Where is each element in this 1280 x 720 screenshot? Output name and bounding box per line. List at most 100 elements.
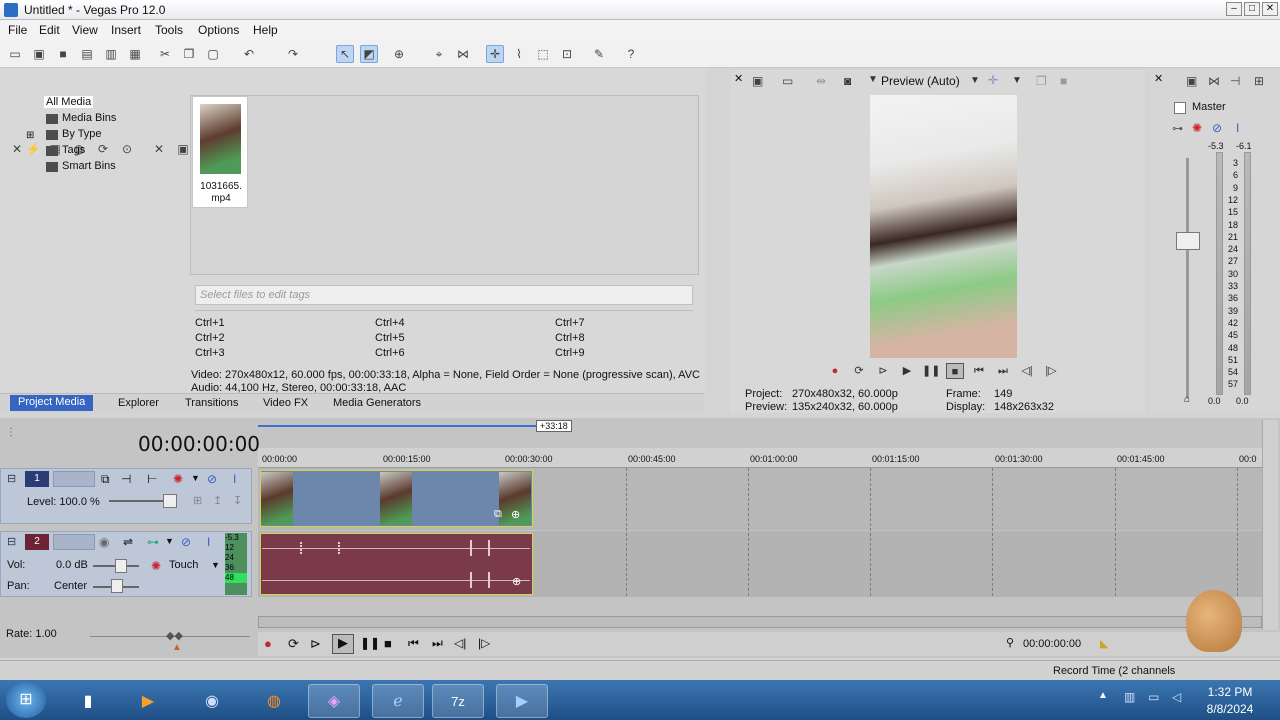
dim-output-icon[interactable]: ⊣ [1230, 74, 1240, 88]
chevron-down-icon[interactable]: ▼ [1012, 75, 1022, 86]
cut-icon[interactable]: ✂ [156, 45, 174, 63]
chevron-down-icon[interactable]: ▼ [211, 560, 220, 570]
stop-icon[interactable]: ■ [384, 636, 392, 651]
tab-transitions[interactable]: Transitions [185, 397, 238, 409]
paste-icon[interactable]: ▢ [204, 45, 222, 63]
menu-file[interactable]: File [8, 23, 27, 37]
expand-track-icon[interactable]: ⊞ [193, 494, 202, 507]
menu-insert[interactable]: Insert [111, 23, 141, 37]
menu-view[interactable]: View [72, 23, 98, 37]
tree-item-tags[interactable]: Tags [62, 144, 85, 156]
transport-time[interactable]: 00:00:00:00 [1023, 638, 1081, 650]
loop-playback-icon[interactable]: ⟳ [288, 636, 299, 652]
play-from-start-icon[interactable]: ⊳ [874, 363, 892, 379]
shortcut-ctrl5[interactable]: Ctrl+5 [375, 332, 405, 344]
previous-frame-icon[interactable]: ◁| [454, 636, 466, 650]
mixer-view-icon[interactable]: ⊞ [1254, 74, 1264, 88]
event-fx-icon[interactable]: ⊕ [512, 575, 521, 588]
drag-handle-icon[interactable]: ⋮ [6, 427, 16, 438]
marker-icon[interactable]: ⚲ [1006, 636, 1014, 649]
redo-icon[interactable]: ↷ [284, 45, 302, 63]
panel-close-icon[interactable]: ✕ [1154, 72, 1163, 85]
taskbar-app-icon[interactable]: ▮ [62, 684, 114, 718]
taskbar-7zip-icon[interactable]: 7z [432, 684, 484, 718]
go-to-end-icon[interactable]: ⏭ [432, 636, 443, 651]
maximize-button[interactable]: □ [1244, 2, 1260, 16]
render-icon[interactable]: ▥ [102, 45, 120, 63]
menu-edit[interactable]: Edit [39, 23, 60, 37]
auto-ripple-icon[interactable]: ↖ [336, 45, 354, 63]
tray-display-icon[interactable]: ▭ [1148, 690, 1159, 704]
shortcut-ctrl8[interactable]: Ctrl+8 [555, 332, 585, 344]
invert-phase-icon[interactable]: ⇌ [123, 535, 133, 549]
start-button-icon[interactable]: ⊞ [6, 682, 46, 718]
master-fx-icon[interactable]: ✺ [1192, 121, 1202, 135]
solo-icon[interactable]: I [207, 535, 210, 549]
insert-fx-icon[interactable]: ⊶ [1172, 122, 1183, 135]
master-fader-handle[interactable] [1176, 232, 1200, 250]
lock-icon[interactable]: ⌂ [1184, 394, 1190, 405]
go-to-start-icon[interactable]: ⏮ [408, 636, 419, 651]
help-pointer-icon[interactable]: ✎ [590, 45, 608, 63]
shortcut-ctrl1[interactable]: Ctrl+1 [195, 317, 225, 329]
chevron-down-icon[interactable]: ▼ [970, 75, 980, 86]
panel-close-icon[interactable]: ✕ [734, 72, 743, 85]
minimize-button[interactable]: – [1226, 2, 1242, 16]
save-icon[interactable]: ■ [54, 45, 72, 63]
solo-icon[interactable]: I [233, 472, 236, 486]
media-thumbnail[interactable]: 1031665. mp4 [192, 96, 248, 208]
mute-icon[interactable]: ⊘ [181, 535, 191, 549]
play-icon[interactable]: ▶ [332, 634, 354, 654]
mixer-properties-icon[interactable]: ▣ [1186, 74, 1197, 88]
pause-icon[interactable]: ❚❚ [922, 363, 940, 379]
solo-icon[interactable]: I [1236, 121, 1239, 135]
pan-slider-handle[interactable] [111, 579, 123, 593]
shortcut-ctrl4[interactable]: Ctrl+4 [375, 317, 405, 329]
open-icon[interactable]: ▣ [30, 45, 48, 63]
menu-help[interactable]: Help [253, 23, 278, 37]
chevron-down-icon[interactable]: ▼ [191, 473, 200, 483]
loop-playback-icon[interactable]: ⟳ [850, 363, 868, 379]
properties-icon[interactable]: ▦ [126, 45, 144, 63]
taskbar-clock-time[interactable]: 1:32 PM [1200, 685, 1260, 699]
copy-icon[interactable]: ❐ [180, 45, 198, 63]
mute-icon[interactable]: ⊘ [1212, 121, 1222, 135]
tab-video-fx[interactable]: Video FX [263, 397, 308, 409]
split-screen-icon[interactable]: ⇹ [816, 74, 826, 88]
stop-icon[interactable]: ■ [946, 363, 964, 379]
tree-item-by-type[interactable]: By Type [62, 128, 102, 140]
tray-volume-icon[interactable]: ◁ [1172, 690, 1181, 704]
save-snapshot-icon[interactable]: ■ [1060, 74, 1067, 88]
track-minimize-icon[interactable]: ⊟ [7, 535, 16, 548]
go-to-end-icon[interactable]: ⏭ [994, 363, 1012, 379]
event-fx-icon[interactable]: ⊕ [511, 508, 520, 521]
lock-envelopes-icon[interactable]: ◩ [360, 45, 378, 63]
rate-slider-handle[interactable]: ◆◆ [166, 629, 183, 642]
mute-icon[interactable]: ⊘ [207, 472, 217, 486]
track-fx-icon[interactable]: ⊶ [147, 535, 159, 549]
chevron-down-icon[interactable]: ▼ [165, 536, 174, 546]
play-from-start-icon[interactable]: ⊳ [310, 636, 321, 652]
level-slider-handle[interactable] [163, 494, 177, 508]
overlays-icon[interactable]: ◙ [844, 74, 851, 88]
tree-item-all-media[interactable]: All Media [44, 96, 94, 108]
pause-icon[interactable]: ❚❚ [360, 636, 380, 650]
tab-media-generators[interactable]: Media Generators [333, 397, 421, 409]
taskbar-clock-date[interactable]: 8/8/2024 [1200, 702, 1260, 716]
shortcut-ctrl2[interactable]: Ctrl+2 [195, 332, 225, 344]
automation-gear-icon[interactable]: ✺ [151, 559, 161, 573]
grid-icon[interactable]: ✛ [988, 73, 998, 87]
track-minimize-icon[interactable]: ⊟ [7, 472, 16, 485]
audio-track-header[interactable]: ⊟ 2 ◉ ⇌ ⊶ ▼ ⊘ I Vol: 0.0 dB ✺ Touch ▼ Pa… [0, 531, 252, 597]
preview-properties-icon[interactable]: ▣ [752, 74, 763, 88]
make-compositing-parent-icon[interactable]: ⊢ [147, 472, 157, 486]
auto-crossfade-icon[interactable]: ⋈ [454, 45, 472, 63]
compositing-mode-icon[interactable]: ⧉ [101, 472, 110, 487]
automation-mode-select[interactable]: Touch [169, 559, 198, 571]
chevron-down-icon[interactable]: ▼ [868, 74, 878, 85]
track-number[interactable]: 2 [25, 534, 49, 550]
taskbar-vegas-icon[interactable]: ▶ [496, 684, 548, 718]
track-number[interactable]: 1 [25, 471, 49, 487]
move-up-icon[interactable]: ↥ [213, 494, 222, 507]
close-button[interactable]: ✕ [1262, 2, 1278, 16]
